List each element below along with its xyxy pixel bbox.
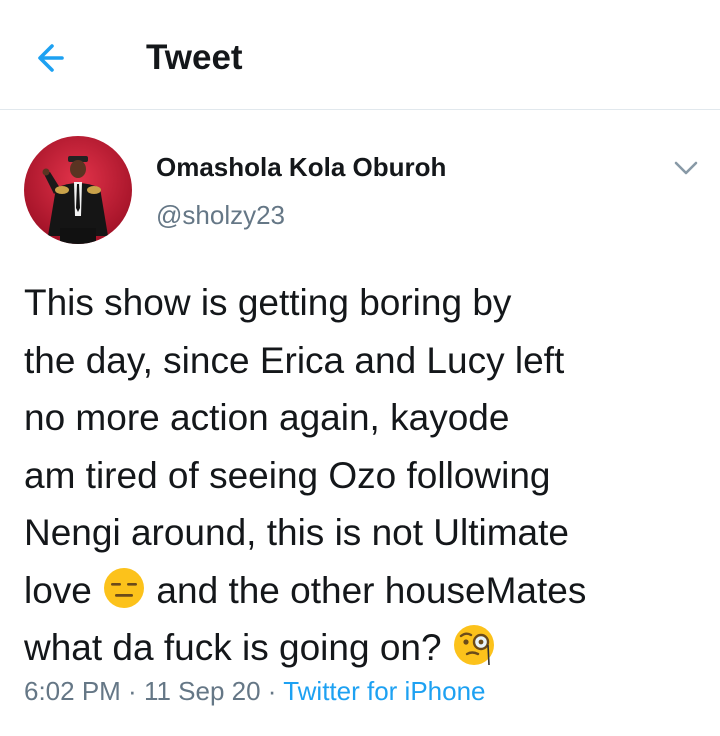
- author-handle[interactable]: @sholzy23: [156, 198, 285, 232]
- tweet-line: the day, since Erica and Lucy left: [24, 339, 565, 381]
- meta-separator: ·: [120, 676, 144, 706]
- tweet-time: 6:02 PM: [24, 676, 121, 706]
- tweet-line: what da fuck is going on?: [24, 619, 708, 677]
- tweet-detail: Omashola Kola Oburoh @sholzy23 This show…: [0, 110, 720, 736]
- expressionless-face-emoji: [102, 566, 146, 610]
- tweet-line: am tired of seeing Ozo following: [24, 454, 551, 496]
- page-title: Tweet: [146, 38, 243, 77]
- tweet-date: 11 Sep 20: [143, 676, 261, 706]
- tweet-text: This show is getting boring by the day, …: [24, 274, 708, 677]
- tweet-line: no more action again, kayode: [24, 397, 510, 438]
- profile-photo: [24, 136, 132, 244]
- tweet-line: This show is getting boring by: [24, 282, 512, 323]
- arrow-left-icon: [38, 44, 64, 72]
- meta-separator: ·: [260, 676, 284, 706]
- more-options-button[interactable]: [666, 154, 706, 182]
- tweet-line: Nengi around, this is not Ultimate: [24, 512, 569, 553]
- tweet-text-segment: and the other houseMates: [146, 569, 587, 611]
- author-name[interactable]: Omashola Kola Oburoh: [156, 150, 446, 184]
- top-bar: Tweet: [0, 0, 720, 110]
- face-with-monocle-emoji: [452, 623, 496, 667]
- tweet-line: love and the other houseMates: [24, 562, 708, 620]
- tweet-meta: 6:02 PM · 11 Sep 20 · Twitter for iPhone: [24, 674, 486, 708]
- avatar[interactable]: [24, 136, 132, 244]
- chevron-down-icon: [674, 161, 698, 175]
- back-button[interactable]: [30, 34, 80, 82]
- tweet-text-segment: love: [24, 569, 103, 611]
- tweet-source-link[interactable]: Twitter for iPhone: [283, 676, 485, 706]
- tweet-text-segment: what da fuck is going on?: [24, 627, 452, 668]
